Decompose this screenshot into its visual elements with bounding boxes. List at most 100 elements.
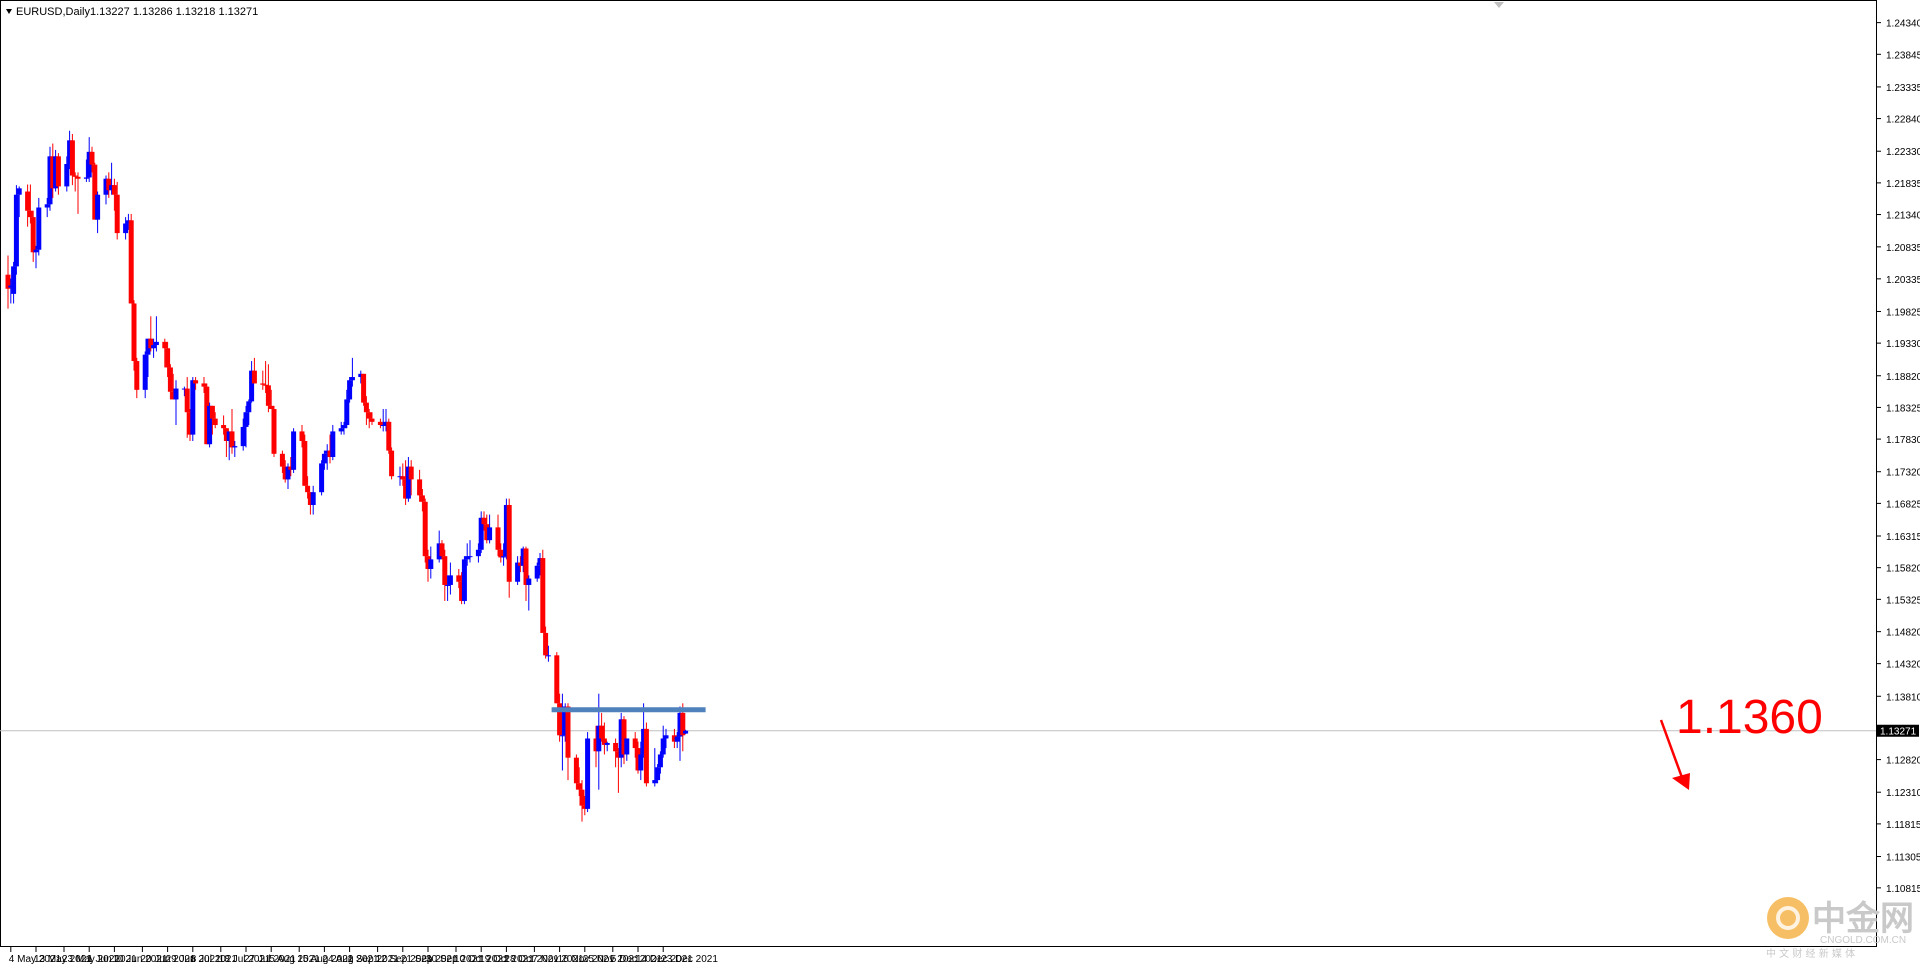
- candle-body: [123, 223, 129, 234]
- candle-body: [565, 706, 571, 758]
- candle-body: [165, 348, 171, 368]
- candle-body: [75, 176, 81, 179]
- candle-body: [246, 401, 252, 413]
- candle-body: [545, 655, 551, 657]
- chart-ohlc: 1.13227 1.13286 1.13218 1.13271: [90, 6, 258, 18]
- y-tick-label: 1.12310: [1886, 788, 1920, 799]
- candle-body: [341, 425, 347, 429]
- candle-body: [271, 409, 277, 454]
- candle-body: [338, 428, 344, 432]
- y-tick-label: 1.19825: [1886, 307, 1920, 318]
- candle-body: [240, 426, 246, 447]
- candle-body: [190, 380, 196, 435]
- candle-body: [540, 558, 546, 633]
- candle-body: [613, 742, 619, 752]
- candle-body: [543, 632, 549, 656]
- candle-body: [674, 736, 680, 742]
- chart-symbol: EURUSD,Daily: [16, 6, 90, 18]
- candle-body: [229, 431, 235, 448]
- candle-body: [422, 501, 428, 557]
- y-tick-label: 1.24340: [1886, 19, 1920, 30]
- candle-body: [461, 559, 467, 601]
- candle-body: [243, 412, 249, 427]
- candle-body: [36, 207, 42, 250]
- candle-body: [302, 441, 308, 486]
- plot-frame: [0, 0, 1877, 947]
- candle-body: [173, 388, 179, 400]
- candle-body: [573, 757, 579, 784]
- candle-body: [184, 388, 190, 413]
- candle-body: [526, 578, 532, 585]
- candle-body: [305, 485, 311, 493]
- candle-body: [585, 738, 591, 809]
- chart-window: EURUSD,Daily 1.13227 1.13286 1.13218 1.1…: [0, 0, 1920, 968]
- watermark-logo-icon: [1767, 897, 1809, 939]
- candle-body: [153, 341, 159, 346]
- candle-body: [534, 565, 540, 579]
- candle-body: [260, 383, 266, 385]
- chart-shift-marker-icon[interactable]: [1494, 2, 1504, 8]
- candle-body: [638, 754, 644, 771]
- x-axis: 4 May 202113 May 202123 May 20211 Jun 20…: [9, 947, 718, 965]
- candle-body: [447, 575, 453, 585]
- y-tick-label: 1.17830: [1886, 435, 1920, 446]
- candle-body: [33, 249, 39, 253]
- candle-body: [456, 575, 462, 582]
- candle-body: [131, 303, 137, 362]
- candle-body: [251, 370, 257, 384]
- candle-body: [55, 156, 61, 187]
- candle-body: [604, 742, 610, 745]
- candle-body: [64, 164, 70, 187]
- y-tick-label: 1.15820: [1886, 564, 1920, 575]
- y-axis: 1.24340 1.23845 1.23335 1.22840 1.22330 1.218…: [1876, 19, 1920, 895]
- candle-body: [111, 185, 117, 195]
- candle-body: [265, 385, 271, 406]
- candle-body: [495, 527, 501, 550]
- candle-body: [442, 556, 448, 585]
- candle-body: [475, 549, 481, 557]
- candle-body: [310, 492, 316, 505]
- candle-body: [363, 402, 369, 413]
- candle-body: [162, 341, 168, 349]
- candle-body: [389, 450, 395, 477]
- candle-body: [11, 266, 17, 294]
- candle-body: [232, 446, 238, 448]
- annotations: 1.1360: [551, 691, 1823, 790]
- y-tick-label: 1.17320: [1886, 468, 1920, 479]
- y-tick-label: 1.14820: [1886, 628, 1920, 639]
- candle-body: [683, 730, 689, 734]
- candle-body: [419, 495, 425, 502]
- candle-body: [660, 738, 666, 755]
- watermark: 中金网 CNGOLD.COM.CN 中 文 财 经 新 媒 体: [1766, 897, 1914, 960]
- candle-body: [321, 453, 327, 464]
- candles: [5, 130, 689, 822]
- watermark-domain: CNGOLD.COM.CN: [1820, 935, 1906, 946]
- candle-body: [299, 431, 305, 442]
- candle-body: [201, 383, 207, 387]
- candle-body: [554, 655, 560, 704]
- y-tick-label: 1.16825: [1886, 499, 1920, 510]
- candle-body: [330, 431, 336, 458]
- candle-body: [134, 361, 140, 390]
- current-price-label: 1.13271: [1880, 727, 1917, 738]
- y-tick-label: 1.21835: [1886, 179, 1920, 190]
- y-tick-label: 1.18325: [1886, 403, 1920, 414]
- candle-body: [27, 210, 33, 218]
- candle-body: [142, 354, 148, 390]
- candle-body: [279, 453, 285, 467]
- resistance-level-label: 1.1360: [1676, 691, 1823, 744]
- candle-body: [128, 220, 134, 304]
- candle-body: [366, 412, 372, 419]
- y-tick-label: 1.14320: [1886, 660, 1920, 671]
- candle-body: [643, 728, 649, 784]
- y-tick-label: 1.12820: [1886, 756, 1920, 767]
- candle-body: [209, 405, 215, 419]
- y-tick-label: 1.16315: [1886, 532, 1920, 543]
- candle-body: [193, 380, 199, 384]
- candle-body: [506, 504, 512, 582]
- candle-body: [151, 345, 157, 349]
- y-tick-label: 1.22330: [1886, 147, 1920, 158]
- candle-body: [377, 421, 383, 426]
- candle-body: [380, 425, 386, 427]
- dropdown-triangle-icon[interactable]: [6, 9, 12, 14]
